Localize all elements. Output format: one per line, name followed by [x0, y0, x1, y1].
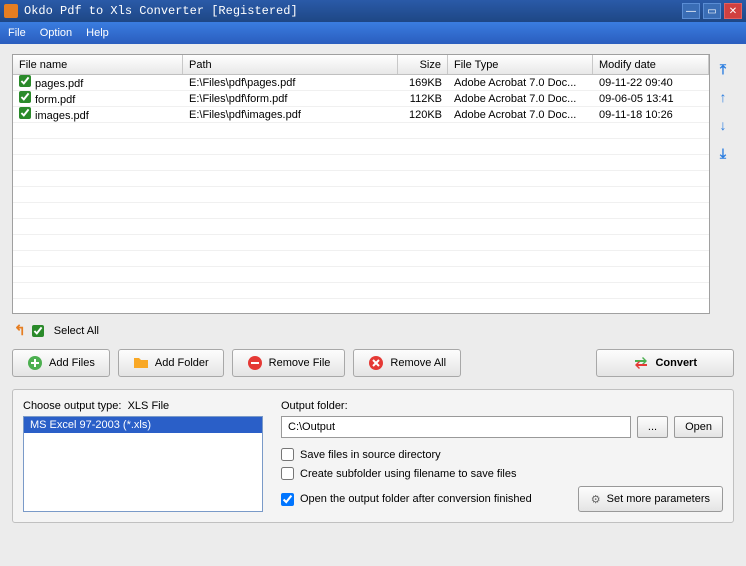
maximize-button[interactable]: ▭ — [703, 3, 721, 19]
titlebar: Okdo Pdf to Xls Converter [Registered] —… — [0, 0, 746, 22]
col-filename[interactable]: File name — [13, 55, 183, 74]
output-folder-label: Output folder: — [281, 400, 723, 412]
open-folder-button[interactable]: Open — [674, 416, 723, 438]
move-down-button[interactable]: ↓ — [714, 116, 732, 134]
create-subfolder-label: Create subfolder using filename to save … — [300, 468, 516, 480]
window-title: Okdo Pdf to Xls Converter [Registered] — [24, 4, 682, 18]
move-top-button[interactable]: ⤒ — [714, 60, 732, 78]
choose-output-type-label: Choose output type: XLS File — [23, 400, 263, 412]
move-up-button[interactable]: ↑ — [714, 88, 732, 106]
move-bottom-button[interactable]: ⤓ — [714, 144, 732, 162]
up-folder-icon[interactable]: ↰ — [14, 322, 26, 339]
save-in-source-label: Save files in source directory — [300, 449, 441, 461]
row-checkbox[interactable] — [19, 75, 31, 87]
menubar: File Option Help — [0, 22, 746, 44]
folder-icon — [133, 355, 149, 371]
remove-file-button[interactable]: Remove File — [232, 349, 346, 377]
browse-button[interactable]: ... — [637, 416, 668, 438]
table-row — [13, 219, 709, 235]
table-header: File name Path Size File Type Modify dat… — [13, 55, 709, 75]
table-row — [13, 299, 709, 314]
table-row — [13, 155, 709, 171]
convert-button[interactable]: Convert — [596, 349, 734, 377]
selectall-label: Select All — [54, 325, 99, 337]
plus-icon — [27, 355, 43, 371]
table-row — [13, 235, 709, 251]
app-icon — [4, 4, 18, 18]
table-row — [13, 251, 709, 267]
file-table[interactable]: File name Path Size File Type Modify dat… — [12, 54, 710, 314]
minus-icon — [247, 355, 263, 371]
row-checkbox[interactable] — [19, 107, 31, 119]
table-row — [13, 203, 709, 219]
table-row — [13, 187, 709, 203]
gear-icon: ⚙ — [591, 493, 601, 506]
col-modifydate[interactable]: Modify date — [593, 55, 709, 74]
output-type-list[interactable]: MS Excel 97-2003 (*.xls) — [23, 416, 263, 512]
table-row — [13, 283, 709, 299]
table-row[interactable]: pages.pdfE:\Files\pdf\pages.pdf169KBAdob… — [13, 75, 709, 91]
col-filetype[interactable]: File Type — [448, 55, 593, 74]
table-row — [13, 139, 709, 155]
convert-icon — [633, 355, 649, 371]
save-in-source-checkbox[interactable] — [281, 448, 294, 461]
table-row — [13, 267, 709, 283]
row-checkbox[interactable] — [19, 91, 31, 103]
open-after-checkbox[interactable] — [281, 493, 294, 506]
add-files-button[interactable]: Add Files — [12, 349, 110, 377]
close-button[interactable]: ✕ — [724, 3, 742, 19]
menu-help[interactable]: Help — [86, 27, 109, 39]
minimize-button[interactable]: — — [682, 3, 700, 19]
table-row — [13, 171, 709, 187]
col-path[interactable]: Path — [183, 55, 398, 74]
table-row[interactable]: form.pdfE:\Files\pdf\form.pdf112KBAdobe … — [13, 91, 709, 107]
col-size[interactable]: Size — [398, 55, 448, 74]
table-row[interactable]: images.pdfE:\Files\pdf\images.pdf120KBAd… — [13, 107, 709, 123]
create-subfolder-checkbox[interactable] — [281, 467, 294, 480]
add-folder-button[interactable]: Add Folder — [118, 349, 224, 377]
set-more-parameters-button[interactable]: ⚙ Set more parameters — [578, 486, 723, 512]
output-type-item[interactable]: MS Excel 97-2003 (*.xls) — [24, 417, 262, 433]
menu-option[interactable]: Option — [40, 27, 72, 39]
selectall-checkbox[interactable] — [32, 325, 44, 337]
menu-file[interactable]: File — [8, 27, 26, 39]
output-folder-input[interactable] — [281, 416, 631, 438]
remove-all-button[interactable]: Remove All — [353, 349, 461, 377]
table-row — [13, 123, 709, 139]
remove-all-icon — [368, 355, 384, 371]
open-after-label: Open the output folder after conversion … — [300, 493, 532, 505]
